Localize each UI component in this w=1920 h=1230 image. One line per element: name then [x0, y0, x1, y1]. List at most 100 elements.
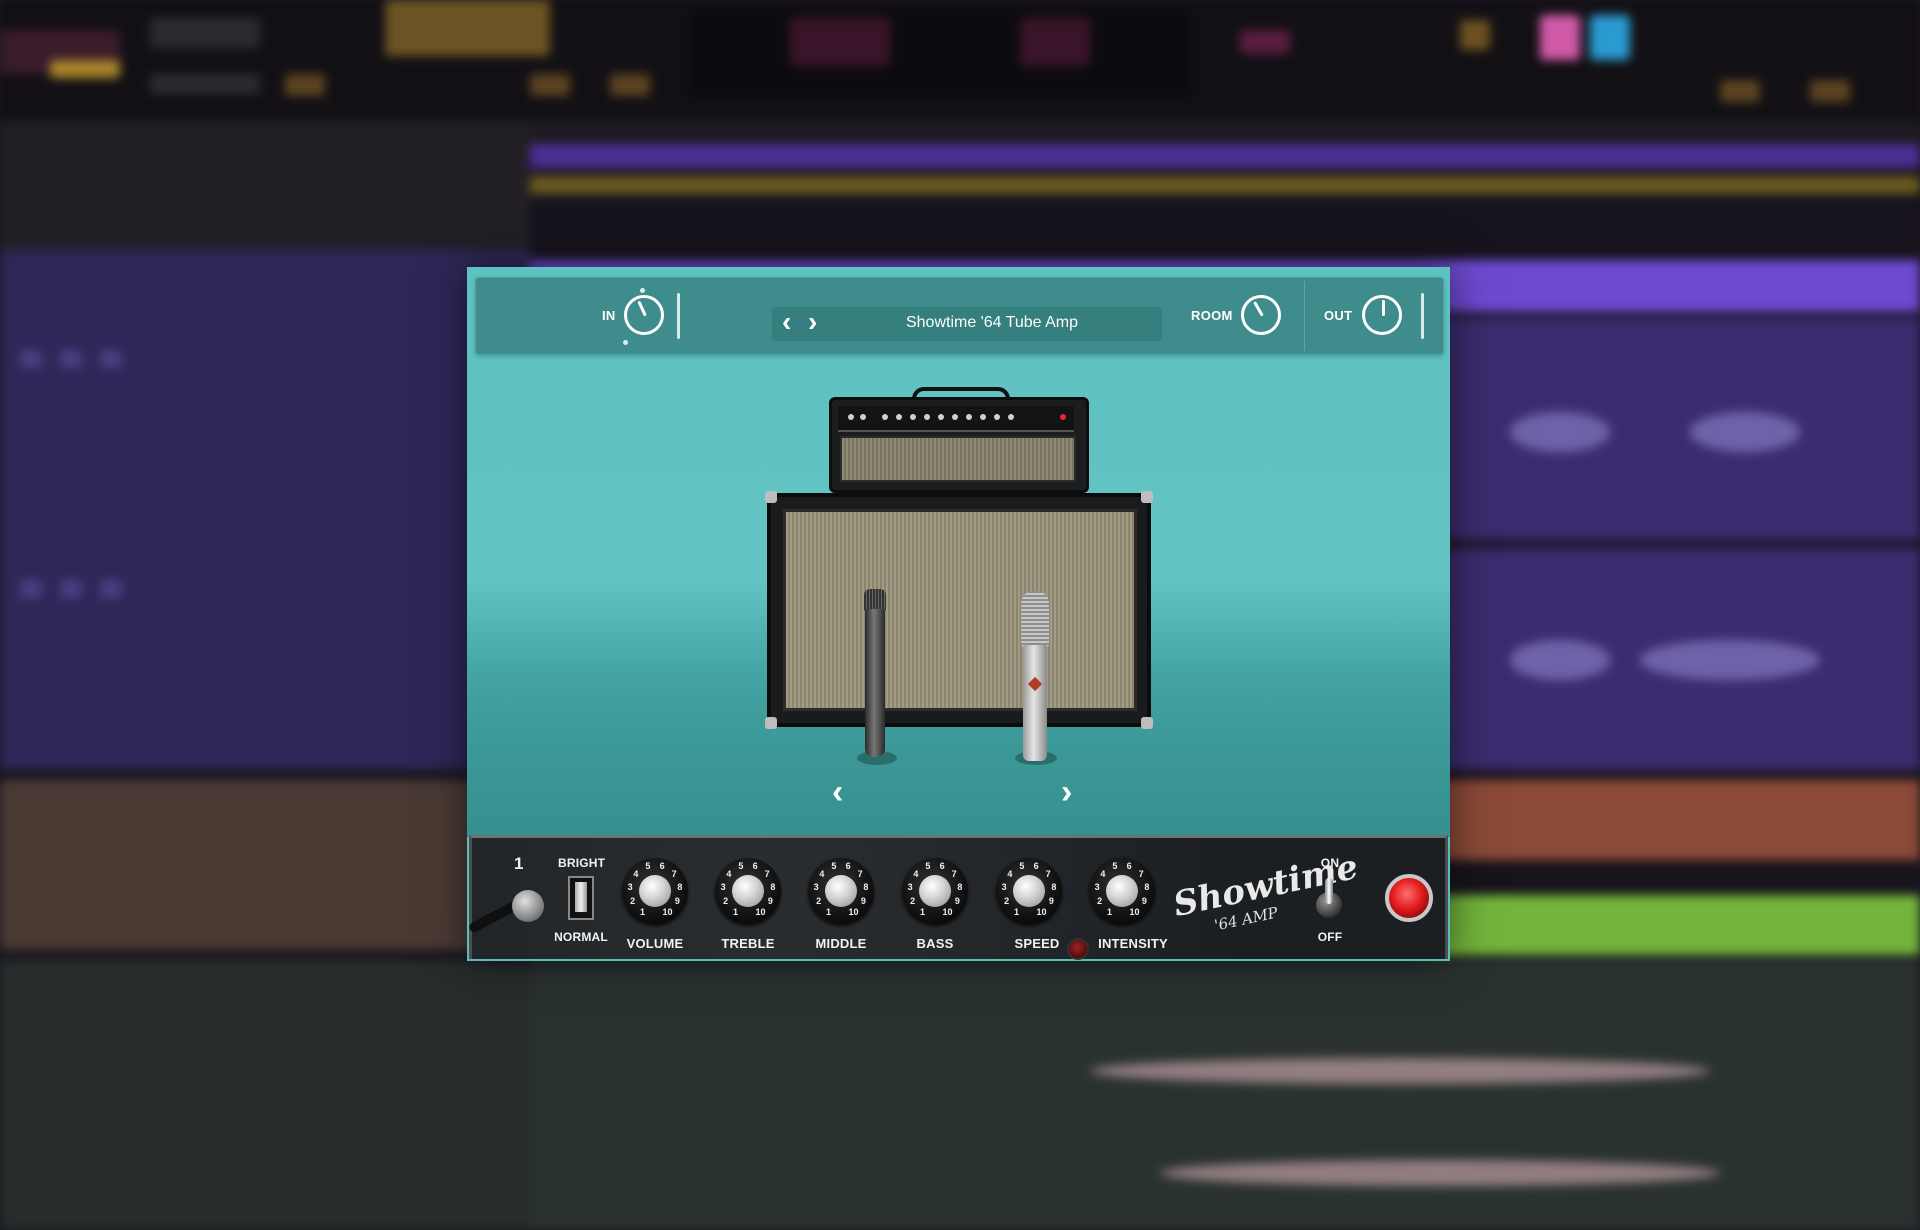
knob-scale-number: 9	[860, 896, 866, 907]
input-meter	[677, 293, 680, 339]
intensity-knob[interactable]: 1 2 3 4 5 6 7 8 9 10	[1089, 858, 1155, 924]
knob-scale-number: 2	[723, 896, 729, 907]
daw-lane	[530, 144, 1920, 168]
output-meter	[1421, 293, 1424, 339]
mic-prev-button[interactable]: ‹	[832, 775, 843, 809]
volume-label: VOLUME	[626, 936, 684, 951]
middle-knob[interactable]: 1 2 3 4 5 6 7 8 9 10	[808, 858, 874, 924]
knob-scale-number: 10	[1129, 906, 1140, 917]
knob-scale-number: 6	[752, 861, 758, 872]
daw-track-headers	[0, 250, 530, 770]
knob-scale-number: 6	[659, 861, 665, 872]
daw-track-headers	[0, 960, 530, 1230]
knob-scale-number: 8	[1144, 882, 1150, 893]
speed-knob[interactable]: 1 2 3 4 5 6 7 8 9 10	[996, 858, 1062, 924]
knob-scale-number: 8	[677, 882, 683, 893]
ribbon-mic[interactable]	[1021, 591, 1049, 761]
knob-scale-number: 7	[857, 868, 863, 879]
knob-scale-number: 2	[816, 896, 822, 907]
knob-scale-number: 4	[819, 868, 825, 879]
power-toggle-switch[interactable]	[1312, 878, 1346, 920]
room-knob-indicator	[1253, 301, 1264, 317]
knob-scale-number: 9	[954, 896, 960, 907]
middle-label: MIDDLE	[815, 936, 867, 951]
power-lamp-icon	[1385, 874, 1433, 922]
preset-selector[interactable]: ‹ › Showtime '64 Tube Amp	[772, 307, 1162, 341]
dynamic-mic[interactable]	[862, 589, 888, 759]
vibrato-lamp-icon	[1067, 938, 1089, 960]
knob-scale-number: 2	[910, 896, 916, 907]
normal-label: NORMAL	[554, 930, 608, 944]
knob-scale-number: 10	[848, 906, 859, 917]
treble-knob[interactable]: 1 2 3 4 5 6 7 8 9 10	[715, 858, 781, 924]
knob-scale-number: 10	[662, 906, 673, 917]
knob-scale-number: 1	[1106, 906, 1112, 917]
output-knob-indicator	[1382, 300, 1385, 316]
knob-scale-number: 9	[674, 896, 680, 907]
bright-normal-switch[interactable]	[568, 876, 594, 920]
daw-track-headers	[0, 780, 530, 950]
volume-knob[interactable]: 1 2 3 4 5 6 7 8 9 10	[622, 858, 688, 924]
daw-lane	[530, 176, 1920, 194]
bass-label: BASS	[916, 936, 954, 951]
knob-scale-number: 5	[1112, 861, 1118, 872]
amp-head[interactable]	[829, 397, 1089, 493]
knob-scale-number: 7	[764, 868, 770, 879]
input-knob[interactable]	[624, 295, 664, 335]
knob-scale-number: 7	[1138, 868, 1144, 879]
knob-scale-number: 4	[1100, 868, 1106, 879]
knob-scale-number: 6	[1126, 861, 1132, 872]
knob-scale-number: 3	[1094, 882, 1100, 893]
preset-next-button[interactable]: ›	[808, 307, 817, 337]
preset-name[interactable]: Showtime '64 Tube Amp	[862, 314, 1122, 332]
knob-scale-number: 3	[627, 882, 633, 893]
intensity-label: INTENSITY	[1098, 936, 1168, 951]
output-knob[interactable]	[1362, 295, 1402, 335]
knob-scale-number: 10	[755, 906, 766, 917]
knob-scale-number: 1	[639, 906, 645, 917]
knob-scale-number: 4	[913, 868, 919, 879]
daw-lane	[530, 960, 1920, 1230]
knob-scale-number: 5	[1019, 861, 1025, 872]
knob-scale-number: 5	[831, 861, 837, 872]
knob-scale-number: 5	[645, 861, 651, 872]
speaker-cabinet[interactable]	[765, 491, 1153, 729]
bright-label: BRIGHT	[558, 856, 606, 870]
mic-next-button[interactable]: ›	[1061, 775, 1072, 809]
off-label: OFF	[1317, 930, 1343, 944]
daw-browser-pane	[0, 122, 530, 252]
on-label: ON	[1320, 856, 1340, 870]
plugin-window: IN ‹ › Showtime '64 Tube Amp ROOM OUT ‹ …	[467, 267, 1450, 961]
knob-scale-number: 7	[671, 868, 677, 879]
knob-scale-number: 4	[633, 868, 639, 879]
knob-scale-number: 9	[767, 896, 773, 907]
bass-knob[interactable]: 1 2 3 4 5 6 7 8 9 10	[902, 858, 968, 924]
knob-scale-number: 1	[732, 906, 738, 917]
knob-scale-number: 6	[939, 861, 945, 872]
knob-scale-number: 3	[813, 882, 819, 893]
preset-prev-button[interactable]: ‹	[782, 307, 791, 337]
knob-scale-number: 1	[825, 906, 831, 917]
knob-scale-number: 10	[1036, 906, 1047, 917]
knob-scale-number: 2	[630, 896, 636, 907]
room-label: ROOM	[1191, 308, 1233, 323]
knob-scale-number: 8	[770, 882, 776, 893]
knob-scale-number: 5	[925, 861, 931, 872]
knob-scale-number: 9	[1048, 896, 1054, 907]
knob-scale-number: 6	[1033, 861, 1039, 872]
channel-number: 1	[514, 854, 524, 873]
knob-scale-number: 2	[1097, 896, 1103, 907]
daw-ruler	[530, 122, 1920, 144]
knob-scale-number: 4	[726, 868, 732, 879]
knob-scale-number: 3	[907, 882, 913, 893]
knob-scale-number: 1	[1013, 906, 1019, 917]
plugin-header: IN ‹ › Showtime '64 Tube Amp ROOM OUT	[475, 277, 1444, 355]
amp-control-panel: 1 BRIGHT NORMAL 1 2 3 4 5 6 7 8 9 10 VOLUME 12345…	[467, 835, 1448, 960]
in-label: IN	[602, 308, 616, 323]
knob-scale-number: 9	[1141, 896, 1147, 907]
knob-scale-number: 3	[720, 882, 726, 893]
knob-scale-number: 7	[1045, 868, 1051, 879]
input-jack-icon	[512, 890, 544, 922]
room-knob[interactable]	[1241, 295, 1281, 335]
knob-scale-number: 10	[942, 906, 953, 917]
